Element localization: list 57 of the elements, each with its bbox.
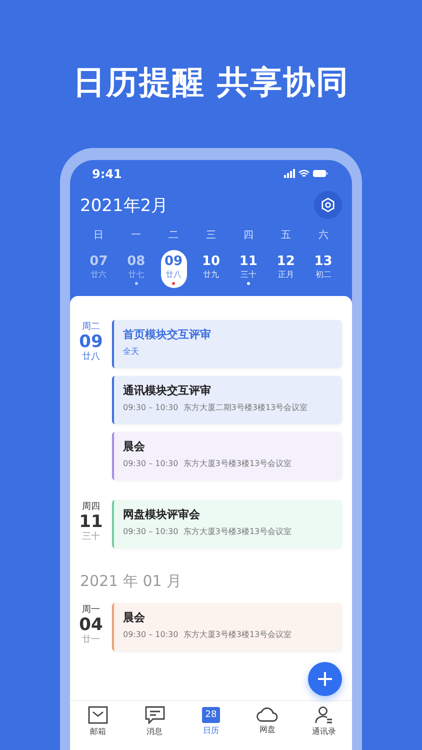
plus-icon xyxy=(317,671,333,687)
status-time: 9:41 xyxy=(92,167,122,181)
event-title: 晨会 xyxy=(123,440,146,454)
month-title: 2021年2月 xyxy=(80,194,168,216)
date-item[interactable]: 10 廿九 xyxy=(198,250,224,288)
message-icon xyxy=(144,706,165,724)
weekday-label: 周二 xyxy=(82,322,100,333)
date-item[interactable]: 11 三十 xyxy=(235,250,262,288)
lunar-date: 廿一 xyxy=(82,635,100,646)
event-details: 09:30 – 10:30 东方大厦3号楼3楼13号会议室 xyxy=(123,526,293,537)
month-heading: 2021 年 01 月 xyxy=(80,572,183,591)
day-number: 04 xyxy=(79,616,103,635)
event-title: 网盘模块评审会 xyxy=(123,508,201,522)
headline: 日历提醒 共享协同 xyxy=(72,62,350,102)
day-number: 11 xyxy=(79,513,103,532)
event-card[interactable]: 网盘模块评审会 09:30 – 10:30 东方大厦3号楼3楼13号会议室 xyxy=(112,500,342,548)
contacts-icon xyxy=(314,706,334,724)
nav-tab[interactable]: 通讯录 xyxy=(304,706,344,737)
event-details: 09:30 – 10:30 东方大厦3号楼3楼13号会议室 xyxy=(123,629,293,640)
nav-tab[interactable]: 邮箱 xyxy=(78,706,118,737)
add-button[interactable] xyxy=(308,662,342,696)
status-icons xyxy=(284,169,328,179)
event-card[interactable]: 晨会 09:30 – 10:30 东方大厦3号楼3楼13号会议室 xyxy=(112,432,342,480)
event-duration: 全天 xyxy=(123,346,140,357)
nav-tab[interactable]: 网盘 xyxy=(247,706,288,735)
date-item[interactable]: 09 廿八 xyxy=(160,250,187,288)
settings-icon xyxy=(320,197,336,213)
weekday-label: 一 xyxy=(130,229,142,242)
weekday-label: 周一 xyxy=(82,605,100,616)
weekday-label: 三 xyxy=(204,229,217,242)
settings-button[interactable] xyxy=(314,191,342,219)
weekday-label: 日 xyxy=(92,229,105,242)
weekday-label: 六 xyxy=(317,228,330,242)
event-details: 09:30 – 10:30 东方大厦3号楼3楼13号会议室 xyxy=(123,458,293,469)
weekday-label: 周四 xyxy=(82,502,100,513)
mail-icon xyxy=(88,706,108,724)
event-title: 首页模块交互评审 xyxy=(123,328,212,342)
event-details: 09:30 – 10:30 东方大厦二期3号楼3楼13号会议室 xyxy=(123,402,309,413)
lunar-date: 三十 xyxy=(82,532,100,543)
nav-tab[interactable]: 消息 xyxy=(134,706,175,737)
date-item[interactable]: 07 廿六 xyxy=(86,250,112,288)
weekday-label: 四 xyxy=(242,229,254,242)
event-card[interactable]: 晨会 09:30 – 10:30 东方大厦3号楼3楼13号会议室 xyxy=(112,603,342,651)
cloud-icon xyxy=(256,706,278,722)
calendar-icon: 28 xyxy=(202,707,220,723)
lunar-date: 廿八 xyxy=(82,352,100,363)
event-card[interactable]: 通讯模块交互评审 09:30 – 10:30 东方大厦二期3号楼3楼13号会议室 xyxy=(112,376,342,424)
date-item[interactable]: 08 廿七 xyxy=(123,250,150,288)
weekday-label: 二 xyxy=(168,229,180,242)
event-title: 通讯模块交互评审 xyxy=(123,384,212,398)
date-item[interactable]: 13 初二 xyxy=(310,250,336,288)
weekday-label: 五 xyxy=(280,229,292,242)
event-card[interactable]: 首页模块交互评审 全天 xyxy=(112,320,342,368)
event-title: 晨会 xyxy=(123,611,146,625)
nav-tab[interactable]: 28 日历 xyxy=(190,706,231,736)
date-item[interactable]: 12 正月 xyxy=(272,250,299,288)
day-number: 09 xyxy=(79,333,103,352)
